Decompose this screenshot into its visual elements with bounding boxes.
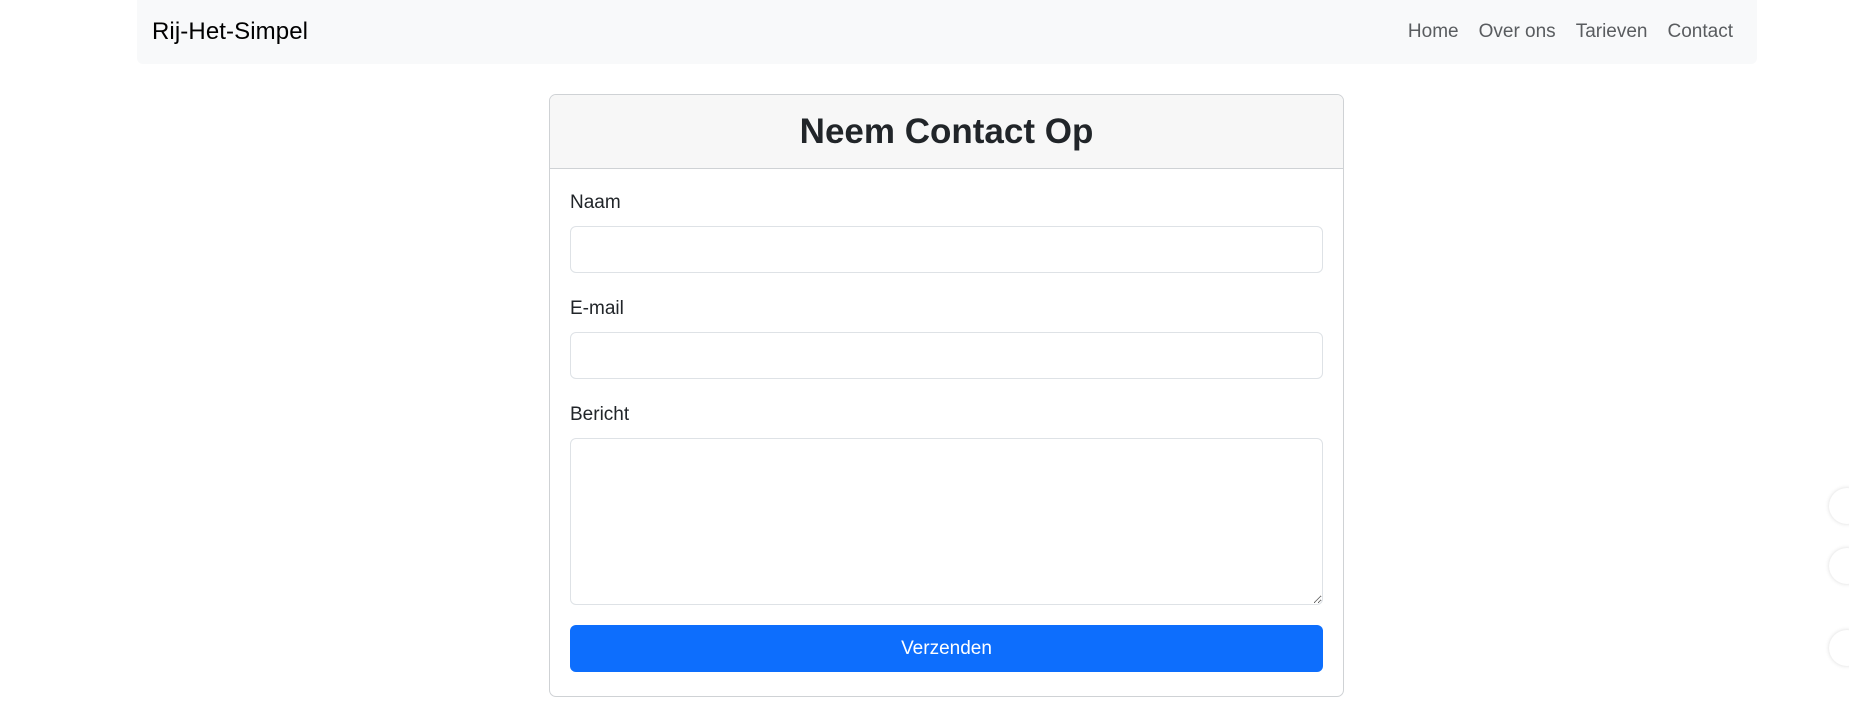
email-label: E-mail: [570, 298, 624, 319]
edge-widget-1[interactable]: [1829, 488, 1849, 524]
card-header: Neem Contact Op: [550, 95, 1343, 169]
nav-link-over-ons[interactable]: Over ons: [1479, 21, 1556, 43]
contact-card: Neem Contact Op Naam E-mail Bericht Verz…: [549, 94, 1344, 697]
submit-button[interactable]: Verzenden: [570, 625, 1323, 672]
edge-widget-2[interactable]: [1829, 548, 1849, 584]
message-field[interactable]: [570, 438, 1323, 605]
navbar: Rij-Het-Simpel Home Over ons Tarieven Co…: [137, 0, 1757, 64]
contact-form: Naam E-mail Bericht Verzenden: [550, 169, 1343, 692]
nav-link-tarieven[interactable]: Tarieven: [1576, 21, 1648, 43]
name-label: Naam: [570, 192, 621, 213]
brand-link[interactable]: Rij-Het-Simpel: [152, 18, 308, 46]
message-label: Bericht: [570, 404, 630, 425]
edge-widget-3[interactable]: [1829, 630, 1849, 666]
nav-link-home[interactable]: Home: [1408, 21, 1459, 43]
page-title: Neem Contact Op: [799, 111, 1094, 151]
nav-links: Home Over ons Tarieven Contact: [1388, 21, 1733, 43]
name-field[interactable]: [570, 226, 1323, 273]
email-field[interactable]: [570, 332, 1323, 379]
nav-link-contact[interactable]: Contact: [1668, 21, 1733, 43]
